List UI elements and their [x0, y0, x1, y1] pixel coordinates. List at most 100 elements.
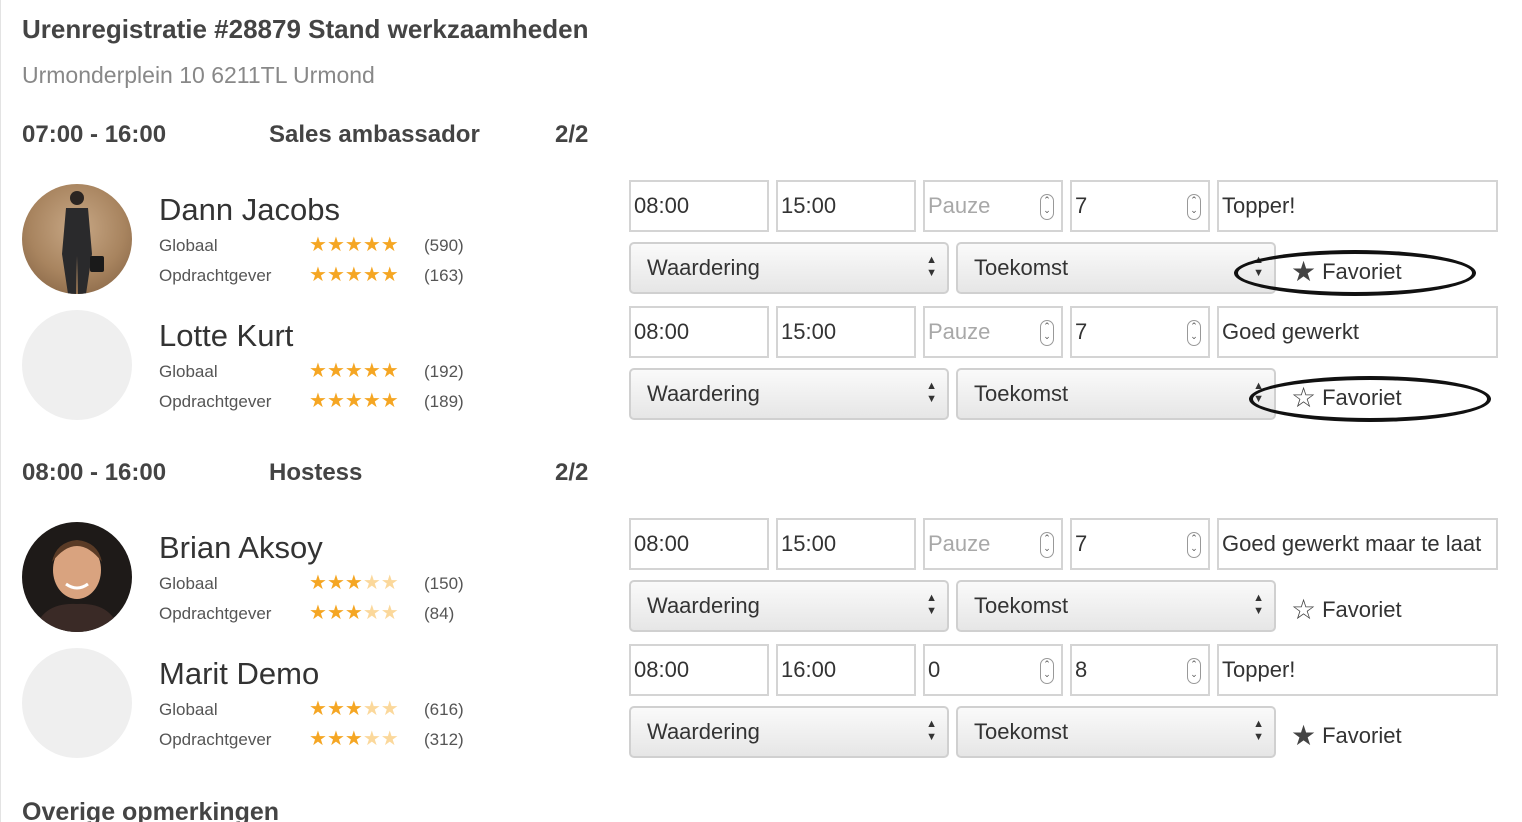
- client-rating-count: (163): [424, 266, 464, 285]
- stepper-icon[interactable]: ⌃ ⌄: [1040, 532, 1054, 558]
- end-time-input-value: 15:00: [781, 193, 837, 218]
- star-empty-icon: ★: [362, 602, 381, 624]
- end-time-input[interactable]: 15:00: [776, 518, 916, 570]
- star-filled-icon: ★: [326, 234, 345, 256]
- favorite-toggle[interactable]: ☆ Favoriet: [1291, 378, 1402, 418]
- global-rating-stars: ★★★★★: [309, 361, 399, 381]
- comment-input[interactable]: Topper!: [1217, 644, 1498, 696]
- favorite-toggle[interactable]: ☆ Favoriet: [1291, 590, 1402, 630]
- pause-input[interactable]: Pauze ⌃ ⌄: [923, 180, 1063, 232]
- future-select-value: Toekomst: [974, 719, 1069, 744]
- stepper-icon[interactable]: ⌃ ⌄: [1187, 658, 1201, 684]
- avatar: [22, 648, 132, 758]
- pause-input[interactable]: 0 ⌃ ⌄: [923, 644, 1063, 696]
- global-rating-stars: ★★★★★: [309, 699, 399, 719]
- rating-select-value: Waardering: [647, 719, 760, 744]
- chevron-updown-icon: ▲ ▼: [926, 592, 937, 617]
- star-filled-icon: ★: [362, 360, 381, 382]
- star-filled-icon: ★: [309, 572, 327, 594]
- stepper-icon[interactable]: ⌃ ⌄: [1040, 320, 1054, 346]
- favorite-label: Favoriet: [1322, 259, 1402, 284]
- star-filled-icon: ★: [309, 234, 327, 256]
- comment-input[interactable]: Goed gewerkt: [1217, 306, 1498, 358]
- star-empty-icon: ★: [380, 728, 399, 750]
- star-empty-icon: ★: [380, 572, 399, 594]
- star-filled-icon: ★: [344, 390, 363, 412]
- shift-count: 2/2: [555, 459, 589, 486]
- hours-input-value: 7: [1075, 193, 1088, 218]
- star-filled-icon: ★: [380, 360, 399, 382]
- start-time-input-value: 08:00: [634, 319, 690, 344]
- pause-input-value: 0: [928, 657, 941, 682]
- rating-select[interactable]: Waardering ▲ ▼: [629, 368, 949, 420]
- client-rating-stars: ★★★★★: [309, 603, 399, 623]
- avatar: [22, 310, 132, 420]
- end-time-input[interactable]: 16:00: [776, 644, 916, 696]
- shift-time: 08:00 - 16:00: [22, 459, 167, 486]
- global-rating-count: (590): [424, 236, 464, 255]
- start-time-input[interactable]: 08:00: [629, 180, 769, 232]
- pause-input[interactable]: Pauze ⌃ ⌄: [923, 518, 1063, 570]
- global-rating-stars: ★★★★★: [309, 573, 399, 593]
- star-empty-icon: ★: [362, 698, 381, 720]
- favorite-toggle[interactable]: ★ Favoriet: [1291, 716, 1402, 756]
- star-filled-icon: ★: [326, 264, 345, 286]
- favorite-toggle[interactable]: ★ Favoriet: [1291, 252, 1402, 292]
- star-empty-icon: ★: [380, 602, 399, 624]
- stepper-icon[interactable]: ⌃ ⌄: [1187, 532, 1201, 558]
- end-time-input[interactable]: 15:00: [776, 306, 916, 358]
- future-select-value: Toekomst: [974, 255, 1069, 280]
- pause-input[interactable]: Pauze ⌃ ⌄: [923, 306, 1063, 358]
- star-filled-icon: ★: [309, 264, 327, 286]
- rating-select[interactable]: Waardering ▲ ▼: [629, 706, 949, 758]
- page: Urenregistratie #28879 Stand werkzaamhed…: [0, 0, 1522, 822]
- future-select[interactable]: Toekomst ▲ ▼: [956, 242, 1276, 294]
- address: Urmonderplein 10 6211TL Urmond: [22, 62, 375, 88]
- client-rating-count: (312): [424, 730, 464, 749]
- global-rating-label: Globaal: [159, 362, 218, 381]
- future-select[interactable]: Toekomst ▲ ▼: [956, 580, 1276, 632]
- start-time-input[interactable]: 08:00: [629, 518, 769, 570]
- star-empty-icon: ★: [362, 572, 381, 594]
- start-time-input-value: 08:00: [634, 657, 690, 682]
- star-filled-icon: ★: [344, 360, 363, 382]
- star-empty-icon: ★: [380, 698, 399, 720]
- start-time-input[interactable]: 08:00: [629, 644, 769, 696]
- client-rating-stars: ★★★★★: [309, 729, 399, 749]
- star-filled-icon: ★: [309, 390, 327, 412]
- future-select[interactable]: Toekomst ▲ ▼: [956, 368, 1276, 420]
- rating-select[interactable]: Waardering ▲ ▼: [629, 242, 949, 294]
- pause-input-value: Pauze: [928, 193, 991, 218]
- future-select[interactable]: Toekomst ▲ ▼: [956, 706, 1276, 758]
- hours-input[interactable]: 8 ⌃ ⌄: [1070, 644, 1210, 696]
- hours-input[interactable]: 7 ⌃ ⌄: [1070, 180, 1210, 232]
- stepper-icon[interactable]: ⌃ ⌄: [1187, 194, 1201, 220]
- start-time-input-value: 08:00: [634, 193, 690, 218]
- employee-name: Marit Demo: [159, 656, 320, 691]
- hours-input[interactable]: 7 ⌃ ⌄: [1070, 518, 1210, 570]
- rating-select-value: Waardering: [647, 255, 760, 280]
- stepper-icon[interactable]: ⌃ ⌄: [1040, 194, 1054, 220]
- rating-select[interactable]: Waardering ▲ ▼: [629, 580, 949, 632]
- global-rating-count: (150): [424, 574, 464, 593]
- client-rating-stars: ★★★★★: [309, 265, 399, 285]
- star-filled-icon: ★: [326, 602, 345, 624]
- start-time-input[interactable]: 08:00: [629, 306, 769, 358]
- chevron-updown-icon: ▲ ▼: [1253, 718, 1264, 743]
- comment-input[interactable]: Topper!: [1217, 180, 1498, 232]
- pause-input-value: Pauze: [928, 319, 991, 344]
- star-filled-icon: ★: [326, 360, 345, 382]
- client-rating-label: Opdrachtgever: [159, 604, 272, 623]
- stepper-icon[interactable]: ⌃ ⌄: [1187, 320, 1201, 346]
- global-rating-stars: ★★★★★: [309, 235, 399, 255]
- star-filled-icon: ★: [344, 728, 363, 750]
- end-time-input[interactable]: 15:00: [776, 180, 916, 232]
- star-outline-icon: ☆: [1291, 382, 1317, 413]
- hours-input[interactable]: 7 ⌃ ⌄: [1070, 306, 1210, 358]
- client-rating-count: (189): [424, 392, 464, 411]
- hours-input-value: 8: [1075, 657, 1088, 682]
- chevron-updown-icon: ▲ ▼: [1253, 380, 1264, 405]
- stepper-icon[interactable]: ⌃ ⌄: [1040, 658, 1054, 684]
- comment-input[interactable]: Goed gewerkt maar te laat: [1217, 518, 1498, 570]
- avatar-photo: [62, 191, 104, 294]
